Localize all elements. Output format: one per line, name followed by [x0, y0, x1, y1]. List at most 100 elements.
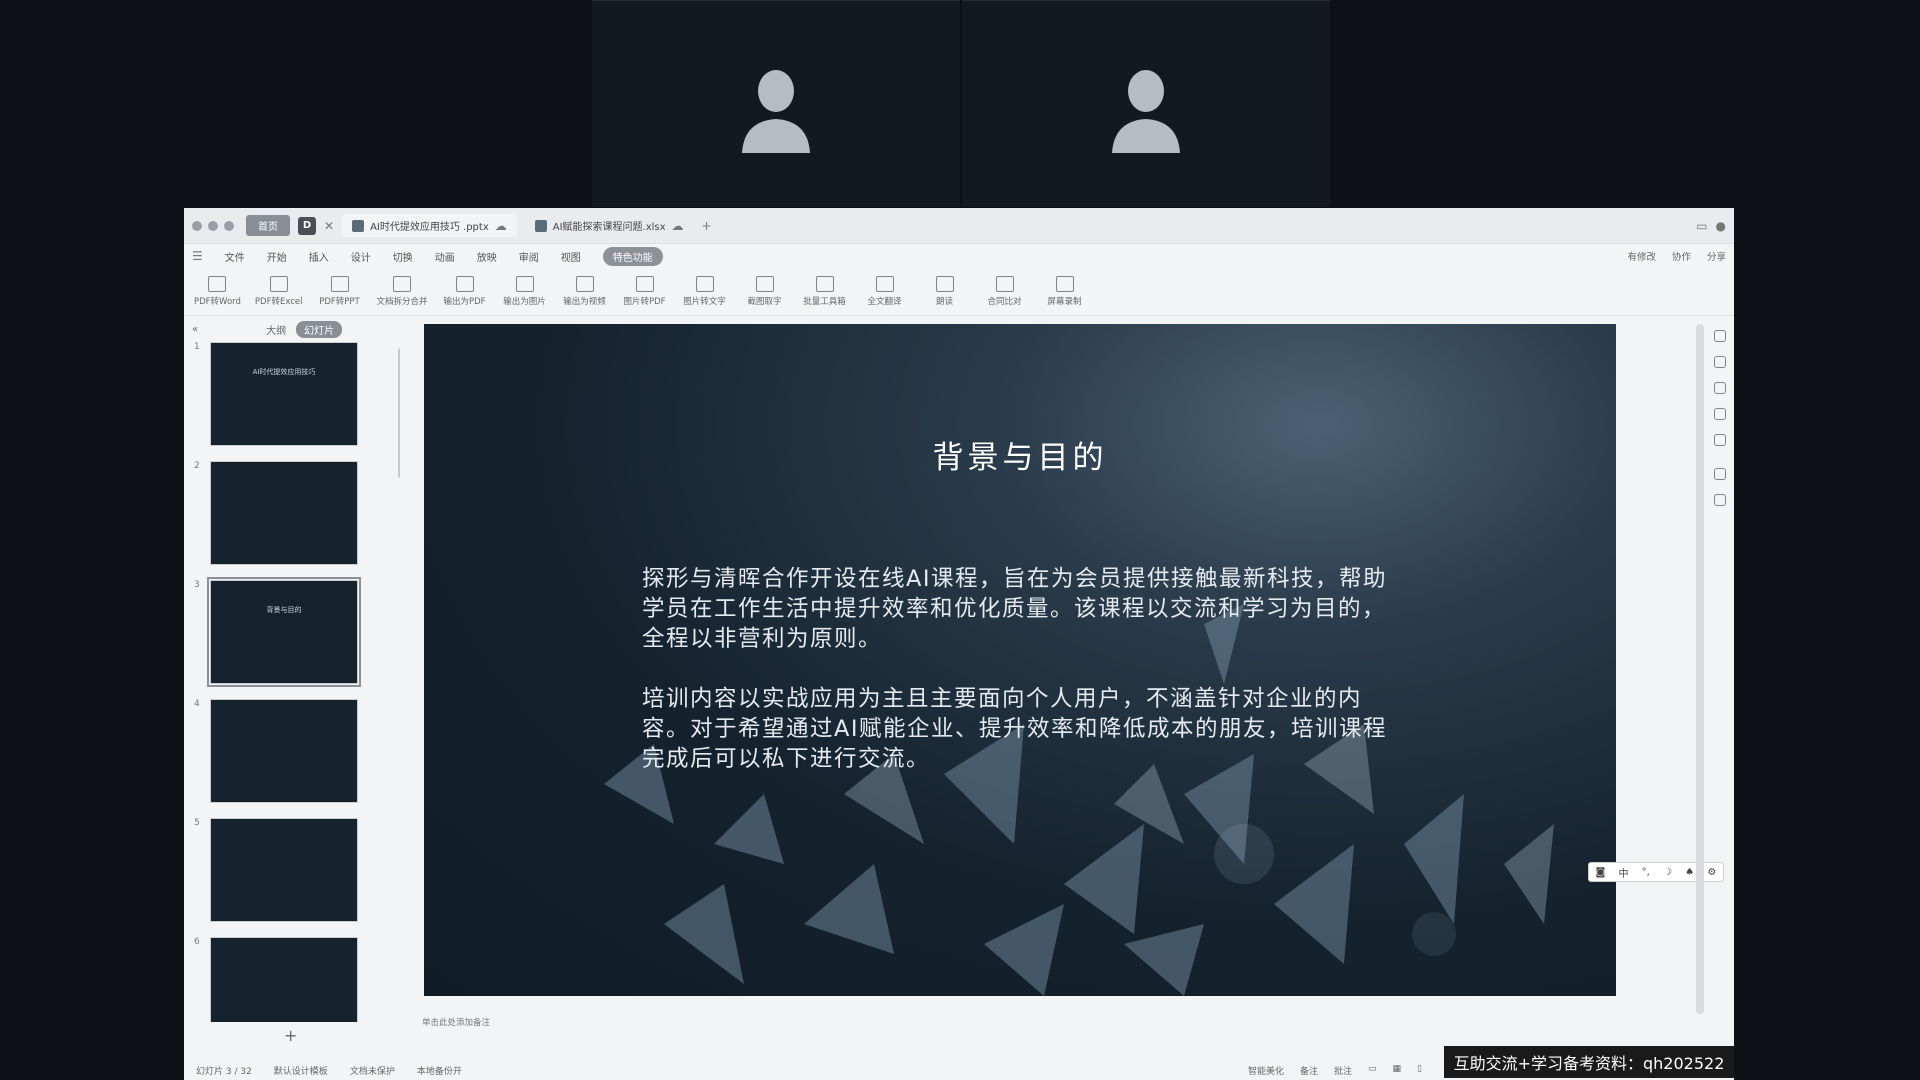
history-icon[interactable]: [1714, 434, 1726, 446]
tab-pptx[interactable]: AI时代提效应用技巧 .pptx ☁: [342, 214, 517, 237]
tool-button-10[interactable]: 批量工具箱: [802, 276, 848, 307]
slide-thumbnail[interactable]: [210, 699, 358, 803]
collaborate-button[interactable]: 协作: [1672, 249, 1691, 263]
slide-thumbnail-row[interactable]: 5: [184, 818, 400, 937]
home-button[interactable]: 首页: [246, 215, 290, 236]
statusbar-right: 智能美化 备注 批注 ▭ ▦ ▯: [1248, 1064, 1422, 1077]
minimize-window-button[interactable]: [208, 220, 218, 231]
canvas-scrollbar[interactable]: [1696, 324, 1704, 1014]
slide-thumbnail[interactable]: AI时代提效应用技巧: [210, 342, 358, 446]
tool-button-8[interactable]: 图片转文字: [682, 276, 728, 307]
tool-button-11[interactable]: 全文翻译: [862, 276, 908, 307]
hamburger-menu-icon[interactable]: ☰: [192, 249, 203, 263]
notes-toggle-button[interactable]: 备注: [1300, 1064, 1318, 1077]
user-avatar-icon[interactable]: ●: [1716, 219, 1726, 233]
tab-xlsx[interactable]: AI赋能探索课程问题.xlsx ☁: [525, 214, 694, 237]
menu-file[interactable]: 文件: [225, 249, 245, 264]
menu-design[interactable]: 设计: [351, 249, 371, 264]
tool-button-3[interactable]: 文档拆分合并: [377, 276, 428, 307]
tab-outline[interactable]: 大纲: [266, 322, 286, 337]
ime-mode[interactable]: 中: [1618, 865, 1628, 880]
tool-button-5[interactable]: 输出为图片: [502, 276, 548, 307]
slide-thumbnail-row[interactable]: 4: [184, 699, 400, 818]
tool-icon: [1055, 276, 1074, 292]
tool-button-7[interactable]: 图片转PDF: [622, 276, 668, 307]
thumbnail-caption: 背景与目的: [266, 606, 302, 614]
slide-thumbnail-row[interactable]: 6: [184, 937, 400, 1022]
menu-transition[interactable]: 切换: [393, 249, 413, 264]
tool-icon: [875, 276, 894, 292]
maximize-window-button[interactable]: [224, 220, 234, 231]
slide-thumbnail[interactable]: [210, 818, 358, 922]
close-window-button[interactable]: [192, 220, 202, 231]
animation-pane-icon[interactable]: [1714, 382, 1726, 394]
new-tab-button[interactable]: +: [702, 219, 712, 233]
menu-insert[interactable]: 插入: [309, 249, 329, 264]
ime-moon-icon[interactable]: ☽: [1663, 867, 1672, 878]
smart-beautify-button[interactable]: 智能美化: [1248, 1064, 1284, 1077]
tab-slides[interactable]: 幻灯片: [296, 320, 343, 338]
properties-icon[interactable]: [1714, 330, 1726, 342]
slide-title: 背景与目的: [932, 440, 1108, 476]
xlsx-file-icon: [534, 219, 547, 232]
comments-button[interactable]: 批注: [1334, 1064, 1352, 1077]
tool-button-1[interactable]: PDF转Excel: [255, 276, 303, 307]
menu-slideshow[interactable]: 放映: [477, 249, 497, 264]
tool-button-13[interactable]: 合同比对: [982, 276, 1028, 307]
slide-thumbnail-row[interactable]: 2: [184, 461, 400, 580]
tool-label: PDF转PPT: [319, 297, 360, 307]
slide-thumbnail[interactable]: [210, 461, 358, 565]
tool-label: 图片转文字: [683, 297, 726, 307]
slide-thumbnail-row[interactable]: 3 背景与目的: [184, 577, 400, 699]
tool-button-2[interactable]: PDF转PPT: [317, 276, 363, 307]
menu-review[interactable]: 审阅: [519, 249, 539, 264]
collapse-panel-icon[interactable]: «: [192, 324, 198, 335]
slide-thumbnail[interactable]: [210, 937, 358, 1022]
notes-placeholder[interactable]: 单击此处添加备注: [422, 1016, 490, 1028]
star-icon[interactable]: [1714, 468, 1726, 480]
participant-tile-2: [962, 0, 1330, 207]
doc-protection-status[interactable]: 文档未保护: [350, 1064, 395, 1077]
tool-button-12[interactable]: 朗读: [922, 276, 968, 307]
tool-icon: [635, 276, 654, 292]
ime-logo-icon[interactable]: ◙: [1596, 867, 1606, 878]
backup-status[interactable]: 本地备份开: [417, 1064, 462, 1077]
tool-button-0[interactable]: PDF转Word: [194, 276, 241, 307]
current-slide[interactable]: 背景与目的 探形与清晖合作开设在线AI课程，旨在为会员提供接触最新科技，帮助学员…: [424, 324, 1616, 996]
menu-home[interactable]: 开始: [267, 249, 287, 264]
template-name[interactable]: 默认设计模板: [274, 1064, 328, 1077]
normal-view-icon[interactable]: ▭: [1368, 1064, 1377, 1077]
view-switch: 大纲 幻灯片: [266, 320, 343, 338]
tool-button-6[interactable]: 输出为视频: [562, 276, 608, 307]
thumbnail-list: 1 AI时代提效应用技巧 2 3 背景与目的 4 5 6: [184, 342, 400, 1022]
tool-button-4[interactable]: 输出为PDF: [442, 276, 488, 307]
thumbnail-caption: AI时代提效应用技巧: [252, 368, 316, 376]
tool-label: 朗读: [936, 297, 954, 307]
changes-button[interactable]: 有修改: [1627, 249, 1656, 263]
ime-punctuation-icon[interactable]: °,: [1642, 867, 1650, 878]
tool-button-9[interactable]: 截图取字: [742, 276, 788, 307]
share-button[interactable]: 分享: [1707, 249, 1726, 263]
menu-animation[interactable]: 动画: [435, 249, 455, 264]
tool-button-14[interactable]: 屏幕录制: [1042, 276, 1088, 307]
slide-number: 5: [194, 818, 200, 828]
tool-label: PDF转Word: [194, 297, 241, 307]
slide-thumbnail[interactable]: 背景与目的: [207, 577, 361, 687]
layout-icon[interactable]: ▭: [1696, 219, 1707, 233]
style-icon[interactable]: [1714, 356, 1726, 368]
sorter-view-icon[interactable]: ▦: [1393, 1064, 1402, 1077]
slide-number: 4: [194, 699, 200, 709]
reading-view-icon[interactable]: ▯: [1417, 1064, 1422, 1077]
tool-icon: [815, 276, 834, 292]
menu-features[interactable]: 特色功能: [602, 246, 663, 266]
files-icon[interactable]: [1714, 494, 1726, 506]
menu-view[interactable]: 视图: [561, 249, 581, 264]
slide-thumbnail-row[interactable]: 1 AI时代提效应用技巧: [184, 342, 400, 461]
app-logo-icon[interactable]: D: [298, 216, 316, 235]
recolor-icon[interactable]: [1714, 408, 1726, 420]
close-tab-icon[interactable]: ✕: [324, 219, 334, 233]
person-silhouette-icon: [1108, 69, 1184, 153]
presentation-app-window: 首页 D ✕ AI时代提效应用技巧 .pptx ☁ AI赋能探索课程问题.xls…: [184, 208, 1734, 1080]
ribbon-toolbar: PDF转Word PDF转Excel PDF转PPT 文档拆分合并 输出为PDF 输出为图…: [184, 268, 1734, 316]
add-slide-button[interactable]: +: [284, 1026, 297, 1045]
